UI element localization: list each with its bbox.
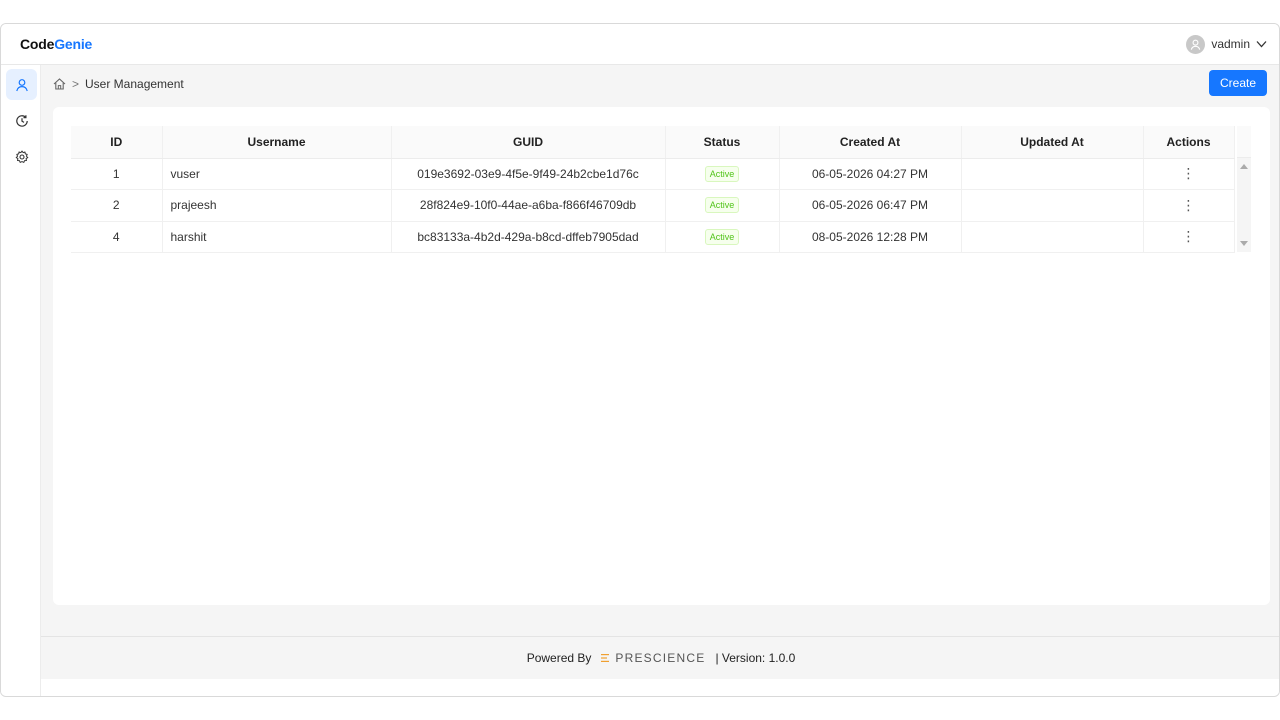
cell-status: Active [665,158,780,190]
users-table: ID Username GUID Status Created At Updat… [71,126,1235,253]
home-icon[interactable] [53,78,66,90]
cell-status: Active [665,221,780,253]
breadcrumb-separator: > [72,77,80,91]
sidebar-item-history[interactable] [6,105,37,136]
cell-username: prajeesh [162,189,392,222]
scroll-down-arrow-icon[interactable] [1240,241,1248,246]
status-badge: Active [704,165,740,182]
cell-status: Active [665,189,780,222]
column-header-status: Status [665,126,780,159]
column-header-actions: Actions [1143,126,1235,159]
column-header-username: Username [162,126,392,159]
cell-actions: ⋮ [1143,158,1235,190]
cell-updated-at [961,221,1144,253]
users-card: ID Username GUID Status Created At Updat… [53,107,1270,605]
prescience-brand-text: PRESCIENCE [615,651,706,665]
cell-actions: ⋮ [1143,189,1235,222]
sidebar [1,65,41,696]
cell-created-at: 06-05-2026 04:27 PM [779,158,962,190]
column-header-guid: GUID [391,126,666,159]
cell-guid: 28f824e9-10f0-44ae-a6ba-f866f46709db [391,189,666,222]
cell-guid: 019e3692-03e9-4f5e-9f49-24b2cbe1d76c [391,158,666,190]
cell-updated-at [961,158,1144,190]
bottom-strip [41,679,1279,696]
table-scrollbar[interactable] [1237,158,1251,252]
cell-created-at: 06-05-2026 06:47 PM [779,189,962,222]
more-actions-icon[interactable]: ⋮ [1182,165,1196,181]
cell-id: 2 [71,189,163,222]
table-row: 2 prajeesh 28f824e9-10f0-44ae-a6ba-f866f… [71,189,1235,222]
table-header-row: ID Username GUID Status Created At Updat… [71,126,1235,159]
user-avatar-icon [1191,39,1201,50]
cell-created-at: 08-05-2026 12:28 PM [779,221,962,253]
breadcrumb-current: User Management [85,77,184,91]
logo-genie-text: Genie [54,36,93,52]
footer: Powered By PRESCIENCE | Version: 1.0.0 [41,637,1279,679]
column-header-created-at: Created At [779,126,962,159]
user-icon [15,78,28,91]
more-actions-icon[interactable]: ⋮ [1182,197,1196,213]
cell-username: vuser [162,158,392,190]
users-table-container: ID Username GUID Status Created At Updat… [71,126,1251,253]
prescience-logo-icon [601,654,610,662]
user-menu[interactable]: vadmin [1186,34,1267,54]
breadcrumb: > User Management [53,76,184,92]
logo-code-text: Code [20,36,55,52]
table-row: 1 vuser 019e3692-03e9-4f5e-9f49-24b2cbe1… [71,158,1235,190]
gear-icon [15,150,28,163]
chevron-down-icon [1256,41,1267,48]
table-header-scroll-gutter [1237,126,1251,158]
app-window: CodeGenie vadmin > User Management Creat… [0,23,1280,697]
cell-actions: ⋮ [1143,221,1235,253]
status-badge: Active [704,197,740,214]
cell-guid: bc83133a-4b2d-429a-b8cd-dffeb7905dad [391,221,666,253]
status-badge: Active [704,228,740,245]
cell-username: harshit [162,221,392,253]
cell-id: 4 [71,221,163,253]
sidebar-item-settings[interactable] [6,141,37,172]
top-bar: CodeGenie vadmin [1,24,1279,65]
avatar [1186,34,1206,54]
column-header-id: ID [71,126,163,159]
more-actions-icon[interactable]: ⋮ [1182,228,1196,244]
powered-by-label: Powered By [526,651,592,665]
history-icon [15,114,28,127]
version-label: | Version: 1.0.0 [715,651,796,665]
cell-id: 1 [71,158,163,190]
scroll-up-arrow-icon[interactable] [1240,164,1248,169]
prescience-logo: PRESCIENCE [601,651,705,665]
create-button[interactable]: Create [1209,70,1267,96]
app-logo[interactable]: CodeGenie [20,36,92,52]
user-name: vadmin [1211,37,1250,51]
sidebar-item-users[interactable] [6,69,37,100]
table-row: 4 harshit bc83133a-4b2d-429a-b8cd-dffeb7… [71,221,1235,253]
cell-updated-at [961,189,1144,222]
column-header-updated-at: Updated At [961,126,1144,159]
